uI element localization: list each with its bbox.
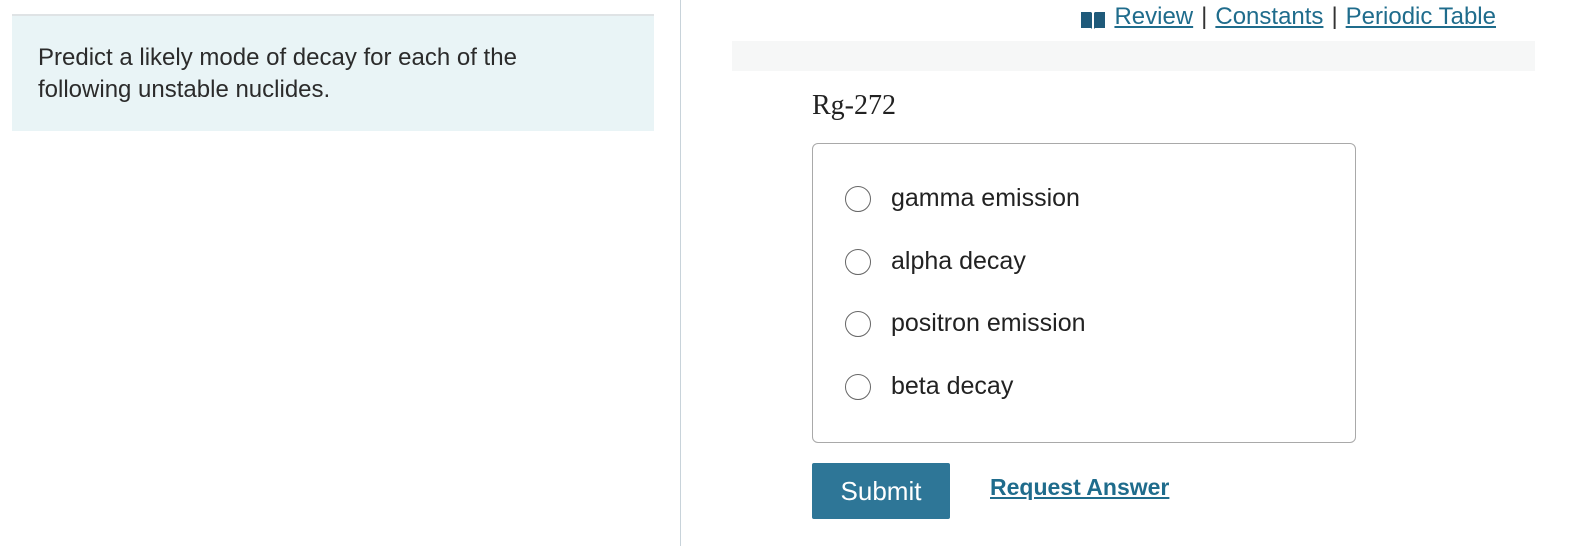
resource-links: Review | Constants | Periodic Table (1080, 2, 1496, 32)
option-gamma-emission[interactable]: gamma emission (845, 184, 1080, 213)
book-icon (1080, 8, 1106, 29)
option-label: positron emission (891, 309, 1086, 337)
link-separator: | (1331, 3, 1338, 30)
periodic-table-link[interactable]: Periodic Table (1346, 2, 1496, 32)
answer-options: gamma emission alpha decay positron emis… (812, 143, 1356, 443)
nuclide-label: Rg-272 (812, 90, 896, 121)
problem-prompt: Predict a likely mode of decay for each … (12, 14, 654, 131)
option-label: gamma emission (891, 184, 1080, 212)
option-positron-emission[interactable]: positron emission (845, 309, 1086, 338)
constants-link[interactable]: Constants (1215, 2, 1323, 32)
part-header-bar (732, 41, 1535, 71)
option-alpha-decay[interactable]: alpha decay (845, 247, 1026, 276)
page: Predict a likely mode of decay for each … (0, 0, 1584, 546)
option-label: alpha decay (891, 247, 1026, 275)
submit-button[interactable]: Submit (812, 463, 950, 519)
prompt-text: Predict a likely mode of decay for each … (38, 44, 517, 103)
review-link[interactable]: Review (1114, 2, 1193, 32)
panel-divider (680, 0, 681, 546)
link-separator: | (1201, 3, 1208, 30)
request-answer-link[interactable]: Request Answer (990, 474, 1169, 501)
option-label: beta decay (891, 372, 1014, 400)
radio-button[interactable] (845, 373, 871, 400)
radio-button[interactable] (845, 185, 871, 212)
radio-button[interactable] (845, 248, 871, 275)
radio-button[interactable] (845, 310, 871, 337)
option-beta-decay[interactable]: beta decay (845, 372, 1013, 401)
